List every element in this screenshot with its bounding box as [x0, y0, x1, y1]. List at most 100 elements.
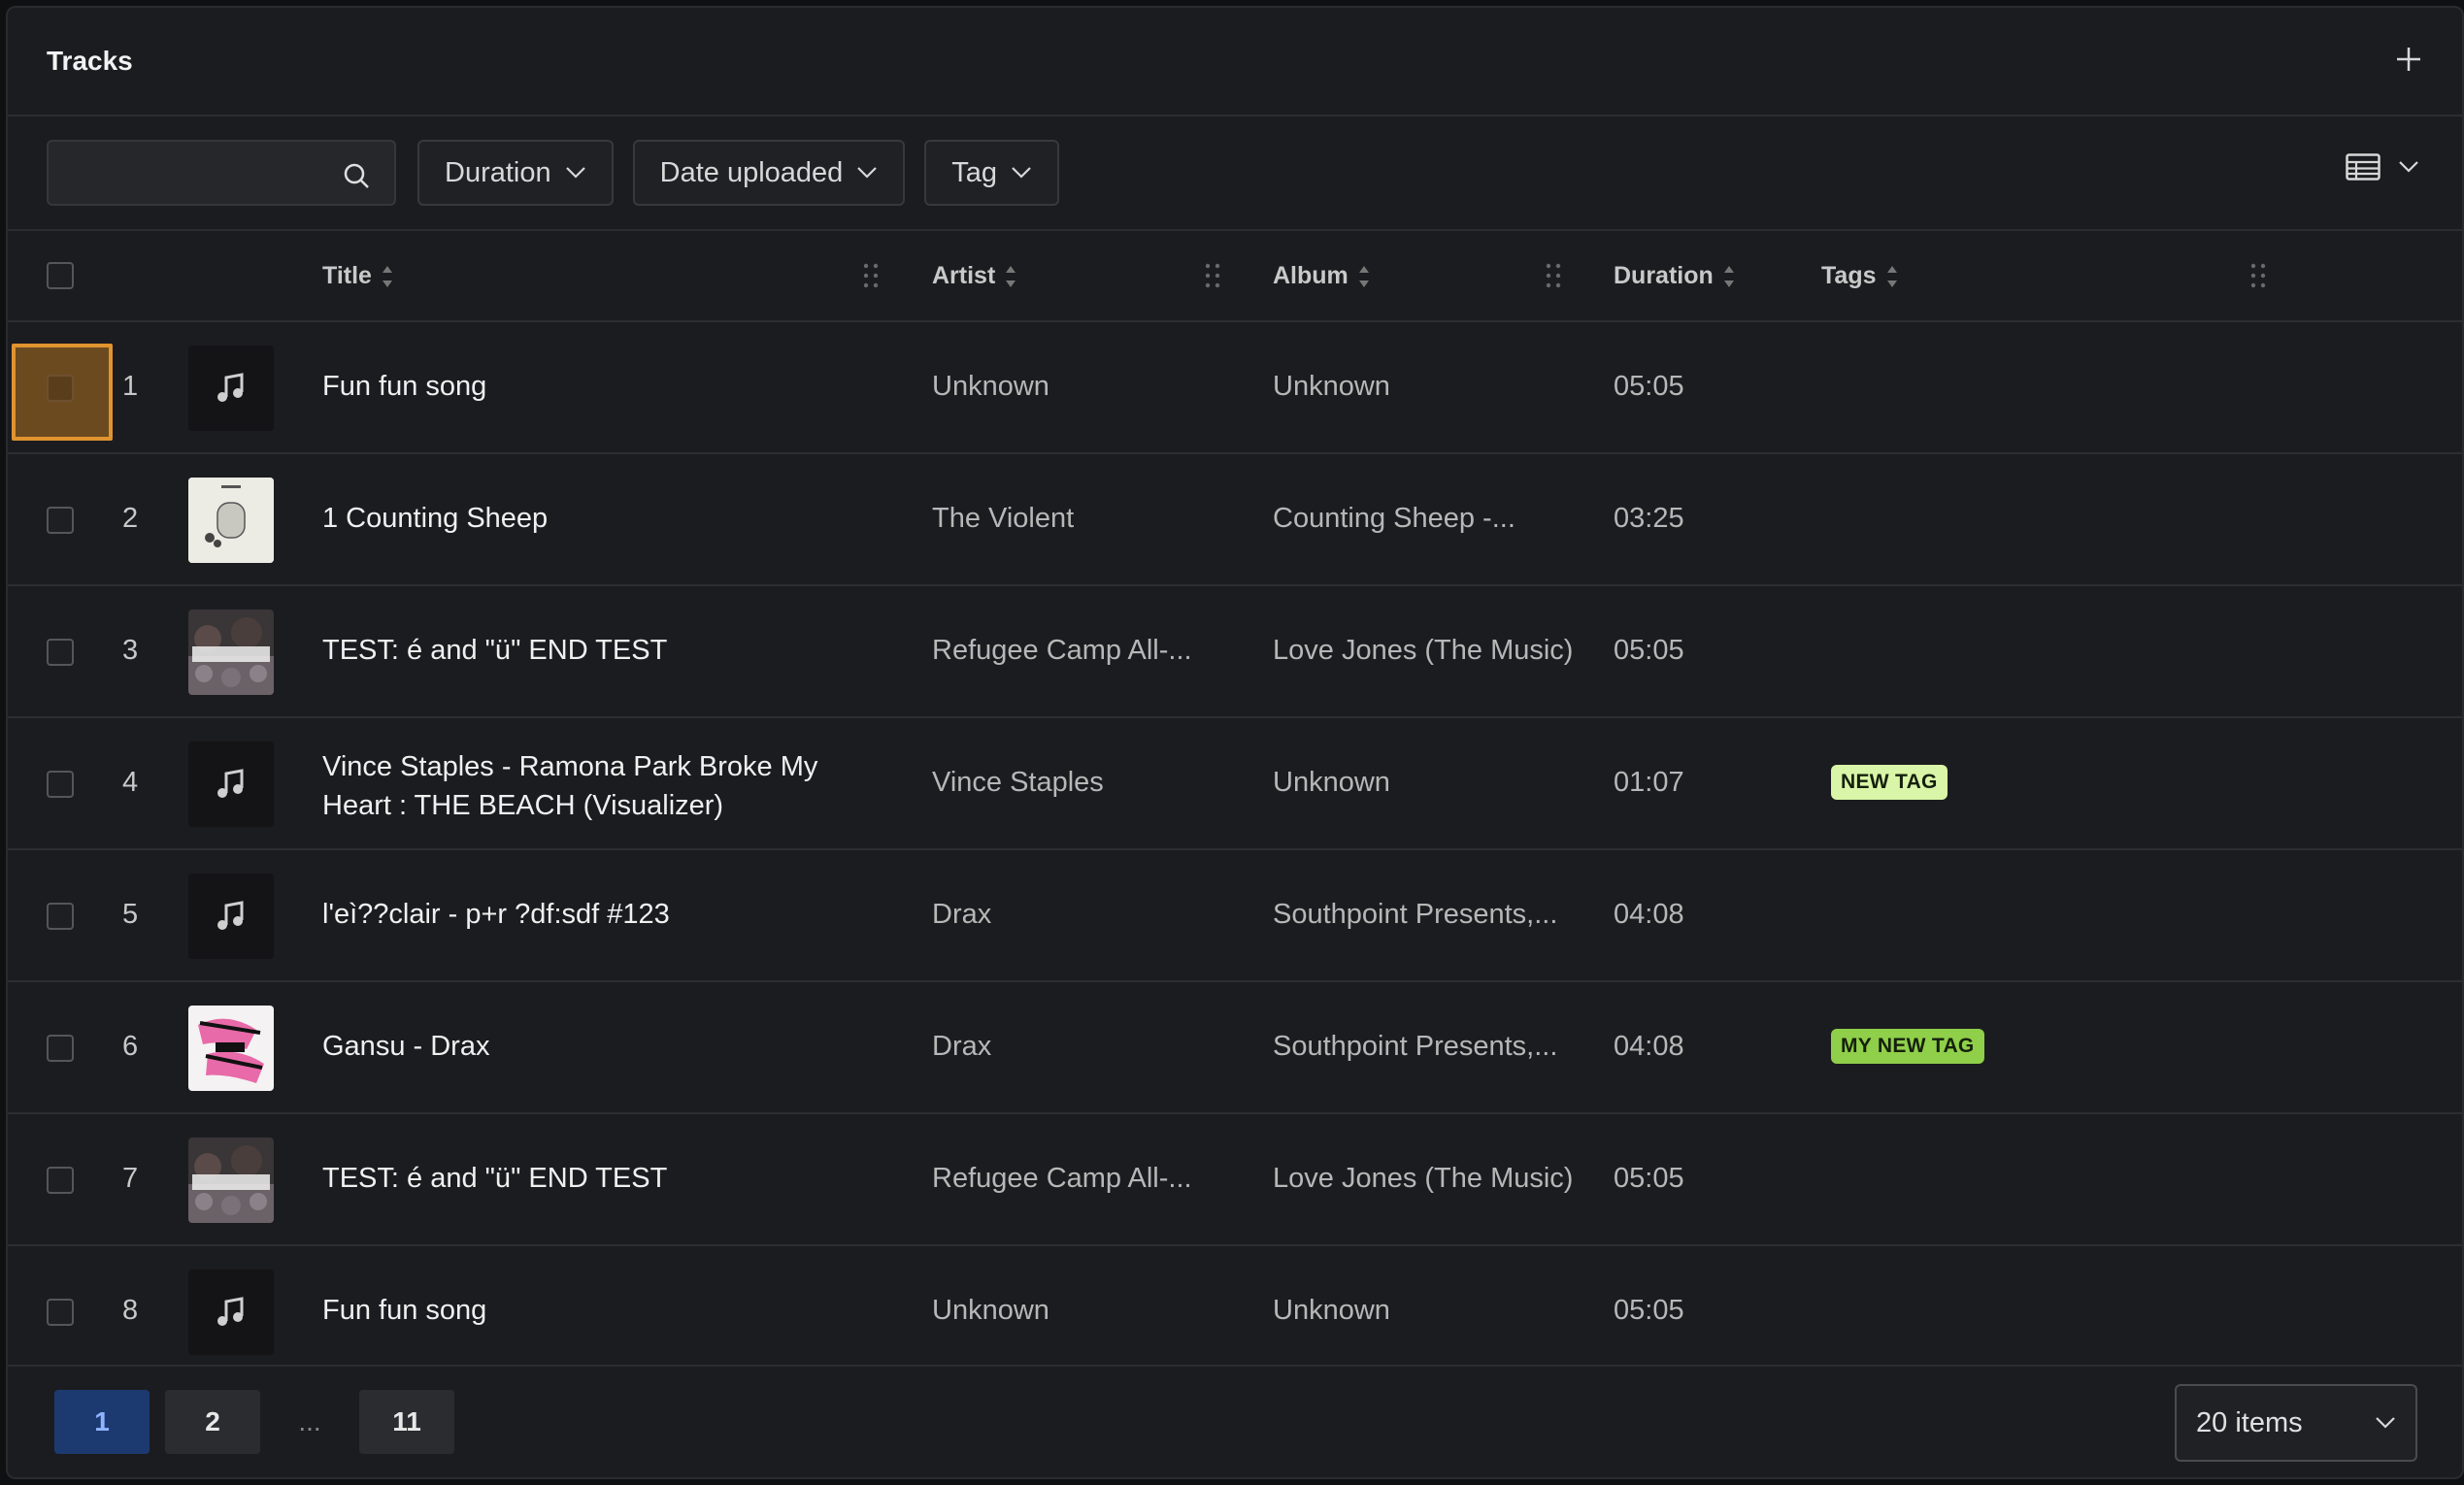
- track-album: Love Jones (The Music): [1273, 1163, 1574, 1194]
- tracks-panel: Tracks Duration Date uploaded Tag Title …: [6, 6, 2464, 1479]
- row-checkbox[interactable]: [47, 375, 74, 402]
- sort-icon: [1006, 265, 1016, 287]
- table-row[interactable]: 6 Gansu - Drax Drax Southpoint Presents,…: [8, 982, 2462, 1114]
- table-row[interactable]: 2 1 Counting Sheep The Violent Counting …: [8, 454, 2462, 586]
- column-drag-handle-icon[interactable]: [862, 262, 880, 289]
- row-checkbox[interactable]: [47, 1167, 74, 1194]
- track-title[interactable]: Fun fun song: [322, 1295, 486, 1327]
- track-album: Unknown: [1273, 767, 1390, 798]
- row-number: 8: [122, 1295, 139, 1326]
- row-checkbox[interactable]: [47, 1035, 74, 1062]
- column-album-label: Album: [1273, 262, 1349, 289]
- track-artist: Refugee Camp All-...: [932, 1163, 1192, 1194]
- album-art-love-jones: [188, 1138, 274, 1223]
- music-note-icon: [217, 769, 244, 798]
- track-duration: 04:08: [1614, 1031, 1684, 1062]
- table-row[interactable]: 1 Fun fun song Unknown Unknown 05:05: [8, 322, 2462, 454]
- page-button-1[interactable]: 1: [54, 1390, 150, 1454]
- track-duration: 05:05: [1614, 635, 1684, 666]
- row-number: 3: [122, 635, 139, 666]
- table-row[interactable]: 5 l'eì??clair - p+r ?df:sdf #123 Drax So…: [8, 850, 2462, 982]
- track-title[interactable]: Gansu - Drax: [322, 1031, 489, 1063]
- track-album: Southpoint Presents,...: [1273, 1031, 1558, 1062]
- tag-badge[interactable]: NEW TAG: [1831, 765, 1948, 800]
- row-checkbox[interactable]: [47, 903, 74, 930]
- track-title[interactable]: TEST: é and "ü" END TEST: [322, 1163, 667, 1195]
- table-row[interactable]: 3 TEST: é and "ü" END TEST Refugee Camp …: [8, 586, 2462, 718]
- track-artist: Unknown: [932, 1295, 1049, 1326]
- column-drag-handle-icon[interactable]: [1545, 262, 1562, 289]
- row-number: 7: [122, 1163, 139, 1194]
- filter-bar: Duration Date uploaded Tag: [8, 116, 2462, 231]
- column-drag-handle-icon[interactable]: [1204, 262, 1221, 289]
- track-thumbnail: [188, 1270, 274, 1355]
- column-duration-label: Duration: [1614, 262, 1714, 289]
- track-album: Counting Sheep -...: [1273, 503, 1515, 534]
- chevron-down-icon: [1012, 167, 1031, 179]
- page-button-2[interactable]: 2: [165, 1390, 260, 1454]
- track-duration: 01:07: [1614, 767, 1684, 798]
- column-drag-handle-icon[interactable]: [2249, 262, 2267, 289]
- track-artist: Vince Staples: [932, 767, 1104, 798]
- plus-icon[interactable]: [2394, 42, 2423, 81]
- track-duration: 05:05: [1614, 371, 1684, 402]
- search-icon[interactable]: [342, 161, 371, 190]
- row-number: 6: [122, 1031, 139, 1062]
- column-tags-label: Tags: [1821, 262, 1877, 289]
- album-art-counting-sheep: [188, 478, 274, 563]
- sort-icon: [1886, 265, 1897, 287]
- track-title[interactable]: TEST: é and "ü" END TEST: [322, 635, 667, 667]
- tag-filter-button[interactable]: Tag: [924, 140, 1060, 206]
- table-row[interactable]: 7 TEST: é and "ü" END TEST Refugee Camp …: [8, 1114, 2462, 1246]
- row-number: 4: [122, 767, 139, 798]
- row-checkbox[interactable]: [47, 507, 74, 534]
- track-title[interactable]: 1 Counting Sheep: [322, 503, 548, 535]
- track-album: Unknown: [1273, 371, 1390, 402]
- sort-icon: [382, 265, 392, 287]
- track-album: Unknown: [1273, 1295, 1390, 1326]
- tag-badge[interactable]: MY NEW TAG: [1831, 1029, 1984, 1064]
- table-header: Title Artist Album Duration Tags: [8, 231, 2462, 322]
- track-thumbnail: [188, 742, 274, 827]
- row-checkbox[interactable]: [47, 639, 74, 666]
- track-artist: Refugee Camp All-...: [932, 635, 1192, 666]
- music-note-icon: [217, 1297, 244, 1326]
- column-title-label: Title: [322, 262, 372, 289]
- column-header-title[interactable]: Title: [322, 262, 393, 290]
- chevron-down-icon: [857, 167, 878, 179]
- view-toggle-button[interactable]: [2346, 153, 2419, 181]
- page-title: Tracks: [47, 46, 133, 76]
- track-title[interactable]: Fun fun song: [322, 371, 486, 403]
- track-title[interactable]: l'eì??clair - p+r ?df:sdf #123: [322, 899, 670, 931]
- select-all-checkbox[interactable]: [47, 262, 74, 289]
- table-row[interactable]: 8 Fun fun song Unknown Unknown 05:05: [8, 1246, 2462, 1378]
- items-per-page-select[interactable]: 20 items: [2175, 1384, 2417, 1462]
- search-box: [47, 140, 396, 206]
- table-view-icon: [2346, 153, 2381, 181]
- duration-filter-button[interactable]: Duration: [417, 140, 614, 206]
- row-number: 5: [122, 899, 139, 930]
- table-row[interactable]: 4 Vince Staples - Ramona Park Broke My H…: [8, 718, 2462, 850]
- track-title[interactable]: Vince Staples - Ramona Park Broke My Hea…: [322, 747, 866, 825]
- track-duration: 05:05: [1614, 1163, 1684, 1194]
- row-checkbox[interactable]: [47, 771, 74, 798]
- items-per-page-value: 20 items: [2196, 1406, 2303, 1438]
- column-header-album[interactable]: Album: [1273, 262, 1370, 290]
- column-artist-label: Artist: [932, 262, 996, 289]
- track-duration: 04:08: [1614, 899, 1684, 930]
- tag-filter-label: Tag: [951, 156, 998, 188]
- date-uploaded-filter-button[interactable]: Date uploaded: [632, 140, 906, 206]
- pagination-bar: 1 2 ... 11 20 items: [8, 1365, 2462, 1477]
- track-duration: 03:25: [1614, 503, 1684, 534]
- sort-icon: [1723, 265, 1734, 287]
- column-header-artist[interactable]: Artist: [932, 262, 1016, 290]
- date-uploaded-filter-label: Date uploaded: [659, 156, 844, 188]
- track-artist: The Violent: [932, 503, 1075, 534]
- track-duration: 05:05: [1614, 1295, 1684, 1326]
- panel-header: Tracks: [8, 8, 2462, 116]
- row-checkbox[interactable]: [47, 1299, 74, 1326]
- page-button-11[interactable]: 11: [359, 1390, 454, 1454]
- album-art-southpoint: [188, 1006, 274, 1091]
- column-header-tags[interactable]: Tags: [1821, 262, 1898, 290]
- column-header-duration[interactable]: Duration: [1614, 262, 1735, 290]
